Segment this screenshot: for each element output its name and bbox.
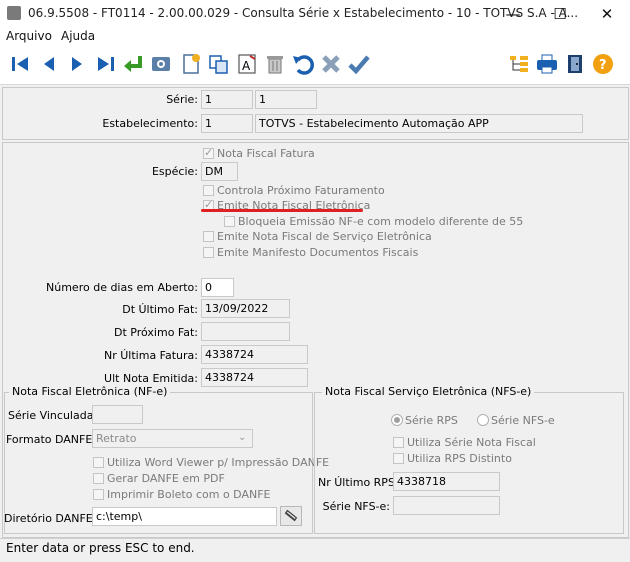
ult-nota-emitida-field: 4338724 — [201, 368, 308, 387]
help-icon[interactable]: ? — [590, 50, 616, 78]
browse-directory-button[interactable] — [280, 506, 302, 526]
cancel-icon[interactable] — [318, 50, 344, 78]
next-record-icon[interactable] — [64, 50, 90, 78]
dt-proximo-fat-field — [201, 322, 290, 341]
serie-vinculada-label: Série Vinculada: — [8, 409, 98, 422]
close-button[interactable]: ✕ — [584, 0, 630, 28]
last-record-icon[interactable] — [92, 50, 118, 78]
dt-ultimo-fat-field: 13/09/2022 — [201, 299, 290, 318]
serie-vinculada-field — [92, 405, 143, 424]
undo-icon[interactable] — [290, 50, 316, 78]
goto-icon[interactable] — [120, 50, 146, 78]
gerar-pdf-checkbox[interactable] — [93, 473, 104, 484]
dt-proximo-fat-label: Dt Próximo Fat: — [114, 326, 198, 339]
serie-nfse-field — [393, 496, 500, 515]
serie-nfse-radio[interactable] — [477, 414, 489, 426]
svg-text:A: A — [242, 59, 251, 73]
serie-rps-label: Série RPS — [405, 414, 458, 427]
nr-ultimo-rps-field: 4338718 — [393, 472, 500, 491]
delete-icon[interactable] — [262, 50, 288, 78]
app-icon — [7, 6, 21, 20]
minimize-button[interactable]: — — [490, 0, 536, 28]
emite-manifesto-label: Emite Manifesto Documentos Fiscais — [217, 246, 419, 259]
new-document-icon[interactable] — [178, 50, 204, 78]
word-viewer-label: Utiliza Word Viewer p/ Impressão DANFE — [107, 456, 330, 469]
nfse-group-title: Nota Fiscal Serviço Eletrônica (NFS-e) — [322, 385, 535, 398]
nf-fatura-checkbox[interactable]: ✓ — [203, 147, 214, 159]
red-underline-annotation — [201, 209, 363, 212]
save-check-icon[interactable] — [346, 50, 372, 78]
search-icon[interactable] — [148, 50, 174, 78]
paperclip-icon — [284, 509, 298, 522]
exit-door-icon[interactable] — [562, 50, 588, 78]
dt-ultimo-fat-label: Dt Último Fat: — [122, 303, 198, 316]
utiliza-serie-nf-checkbox[interactable] — [393, 437, 404, 448]
nr-ultima-fatura-field: 4338724 — [201, 345, 308, 364]
controla-proximo-label: Controla Próximo Faturamento — [217, 184, 385, 197]
especie-field[interactable]: DM — [201, 162, 238, 181]
serie-rps-radio[interactable] — [391, 414, 403, 426]
formato-danfe-label: Formato DANFE: — [6, 433, 97, 446]
estabelecimento-label: Estabelecimento: — [102, 117, 198, 130]
first-record-icon[interactable] — [8, 50, 34, 78]
utiliza-serie-nf-label: Utiliza Série Nota Fiscal — [407, 436, 536, 449]
tree-icon[interactable] — [506, 50, 532, 78]
svg-text:?: ? — [599, 58, 607, 73]
bloqueia-emissao-checkbox[interactable] — [224, 216, 235, 227]
serie-label: Série: — [166, 93, 198, 106]
diretorio-danfe-label: Diretório DANFE: — [4, 512, 97, 525]
nr-ultima-fatura-label: Nr Última Fatura: — [104, 349, 198, 362]
previous-record-icon[interactable] — [36, 50, 62, 78]
menu-arquivo[interactable]: Arquivo — [6, 29, 52, 43]
estabelecimento-field[interactable]: 1 — [201, 114, 253, 133]
especie-label: Espécie: — [151, 165, 198, 178]
formato-danfe-select[interactable]: Retrato — [92, 429, 253, 448]
gerar-pdf-label: Gerar DANFE em PDF — [107, 472, 225, 485]
edit-icon[interactable]: A — [234, 50, 260, 78]
diretorio-danfe-field[interactable]: c:\temp\ — [92, 507, 277, 526]
utiliza-rps-checkbox[interactable] — [393, 453, 404, 464]
nf-fatura-label: Nota Fiscal Fatura — [217, 147, 315, 160]
emite-manifesto-checkbox[interactable] — [203, 247, 214, 258]
controla-proximo-checkbox[interactable] — [203, 185, 214, 196]
imprimir-boleto-label: Imprimir Boleto com o DANFE — [107, 488, 271, 501]
utiliza-rps-label: Utiliza RPS Distinto — [407, 452, 512, 465]
dias-aberto-field[interactable]: 0 — [201, 278, 234, 297]
chevron-down-icon: ⌄ — [238, 432, 247, 443]
nfe-group-title: Nota Fiscal Eletrônica (NF-e) — [9, 385, 171, 398]
word-viewer-checkbox[interactable] — [93, 457, 104, 468]
estabelecimento-description-field: TOTVS - Estabelecimento Automação APP — [255, 114, 583, 133]
print-icon[interactable] — [534, 50, 560, 78]
dias-aberto-label: Número de dias em Aberto: — [46, 281, 198, 294]
copy-icon[interactable] — [206, 50, 232, 78]
serie-nfse-radio-label: Série NFS-e — [491, 414, 555, 427]
nr-ultimo-rps-label: Nr Último RPS: — [318, 476, 399, 489]
menu-ajuda[interactable]: Ajuda — [61, 29, 95, 43]
ult-nota-emitida-label: Ult Nota Emitida: — [104, 372, 198, 385]
status-text: Enter data or press ESC to end. — [6, 541, 195, 555]
emite-nfse-checkbox[interactable] — [203, 231, 214, 242]
serie-description-field: 1 — [255, 90, 317, 109]
serie-field[interactable]: 1 — [201, 90, 253, 109]
emite-nfse-label: Emite Nota Fiscal de Serviço Eletrônica — [217, 230, 432, 243]
serie-nfse-label: Série NFS-e: — [322, 500, 390, 513]
imprimir-boleto-checkbox[interactable] — [93, 489, 104, 500]
bloqueia-emissao-label: Bloqueia Emissão NF-e com modelo diferen… — [238, 215, 524, 228]
maximize-button[interactable]: ☐ — [537, 0, 583, 28]
